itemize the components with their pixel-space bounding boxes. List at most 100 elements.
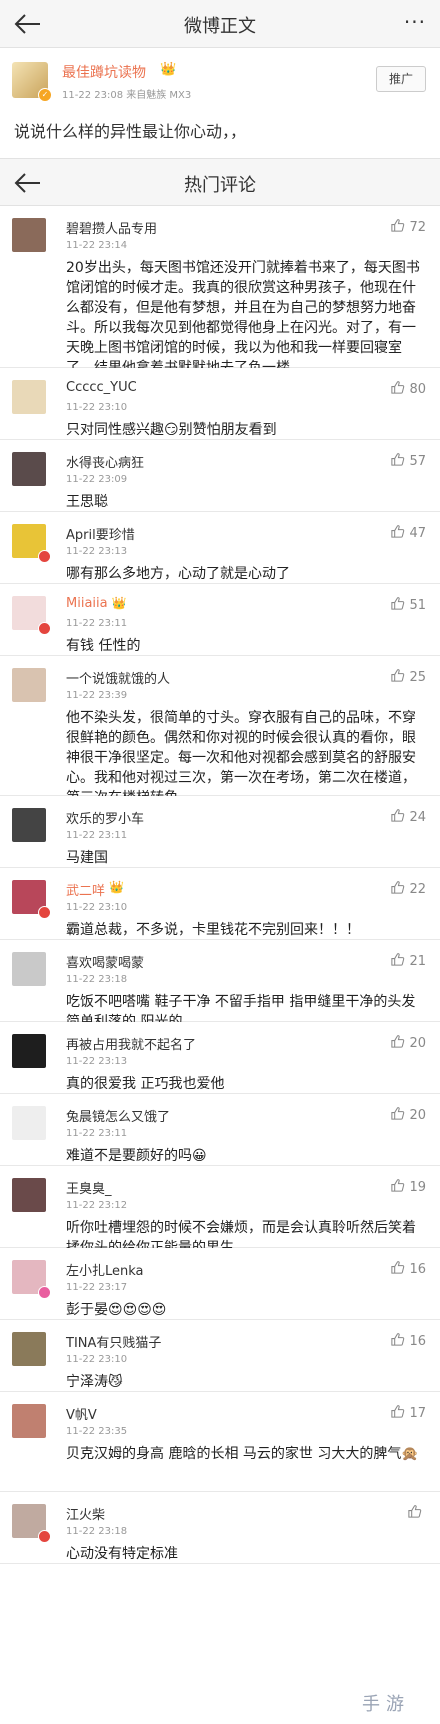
comment-time: 11-22 23:10: [66, 902, 128, 913]
thumbs-up-icon[interactable]: [390, 380, 405, 395]
comment-time: 11-22 23:14: [66, 240, 128, 251]
commenter-avatar[interactable]: [12, 952, 46, 986]
like-button[interactable]: [407, 1504, 426, 1521]
user-badge-icon: [38, 1286, 51, 1299]
comment-time: 11-22 23:12: [66, 1200, 128, 1211]
comment-item[interactable]: 江火柴 11-22 23:18 心动没有特定标准: [0, 1492, 440, 1564]
like-button[interactable]: 21: [390, 952, 426, 969]
commenter-avatar[interactable]: [12, 1106, 46, 1140]
like-button[interactable]: 25: [390, 668, 426, 685]
comment-item[interactable]: Miiaiia 👑 11-22 23:11 51 有钱 任性的: [0, 584, 440, 656]
thumbs-up-icon[interactable]: [390, 452, 405, 467]
comment-item[interactable]: Ccccc_YUC 11-22 23:10 80 只对同性感兴趣😏别赞怕朋友看到: [0, 368, 440, 440]
comment-time: 11-22 23:11: [66, 830, 128, 841]
comment-item[interactable]: 兔晨镜怎么又饿了 11-22 23:11 20 难道不是要颜好的吗😀: [0, 1094, 440, 1166]
commenter-name[interactable]: 水得丧心病狂: [66, 452, 144, 471]
thumbs-up-icon[interactable]: [390, 218, 405, 233]
commenter-avatar[interactable]: [12, 218, 46, 252]
like-button[interactable]: 20: [390, 1034, 426, 1051]
thumbs-up-icon[interactable]: [407, 1504, 422, 1519]
thumbs-up-icon[interactable]: [390, 524, 405, 539]
like-button[interactable]: 80: [390, 380, 426, 397]
thumbs-up-icon[interactable]: [390, 952, 405, 967]
promo-button[interactable]: 推广: [376, 66, 426, 92]
commenter-name[interactable]: 碧碧攒人品专用: [66, 218, 157, 237]
commenter-name[interactable]: 武二咩: [66, 880, 105, 899]
thumbs-up-icon[interactable]: [390, 1404, 405, 1419]
thumbs-up-icon[interactable]: [390, 1332, 405, 1347]
commenter-name[interactable]: V帆V: [66, 1404, 97, 1423]
thumbs-up-icon[interactable]: [390, 1260, 405, 1275]
thumbs-up-icon[interactable]: [390, 1034, 405, 1049]
comment-text: 王思聪: [66, 494, 108, 510]
like-count: 20: [409, 1036, 426, 1051]
comment-text: 难道不是要颜好的吗😀: [66, 1148, 207, 1164]
like-button[interactable]: 47: [390, 524, 426, 541]
like-button[interactable]: 16: [390, 1332, 426, 1349]
commenter-name[interactable]: Miiaiia: [66, 596, 108, 611]
comment-time: 11-22 23:35: [66, 1426, 128, 1437]
comment-item[interactable]: 一个说饿就饿的人 11-22 23:39 25 他不染头发，很简单的寸头。穿衣服有自己…: [0, 656, 440, 806]
thumbs-up-icon[interactable]: [390, 1178, 405, 1193]
comment-item[interactable]: 碧碧攒人品专用 11-22 23:14 72 20岁出头，每天图书馆还没开门就捧着书来…: [0, 206, 440, 376]
commenter-name[interactable]: 兔晨镜怎么又饿了: [66, 1106, 170, 1125]
commenter-avatar[interactable]: [12, 1034, 46, 1068]
comment-item[interactable]: 水得丧心病狂 11-22 23:09 57 王思聪: [0, 440, 440, 512]
like-count: 72: [409, 220, 426, 235]
comment-time: 11-22 23:39: [66, 690, 128, 701]
comment-text: 20岁出头，每天图书馆还没开门就捧着书来了，每天图书馆闭馆的时候才走。我真的很欣…: [66, 260, 420, 376]
like-button[interactable]: 72: [390, 218, 426, 235]
commenter-avatar[interactable]: [12, 452, 46, 486]
comment-item[interactable]: V帆V 11-22 23:35 17 贝克汉姆的身高 鹿晗的长相 马云的家世 习大大的…: [0, 1392, 440, 1492]
commenter-name[interactable]: TINA有只贱猫子: [66, 1332, 161, 1351]
like-button[interactable]: 51: [390, 596, 426, 613]
commenter-avatar[interactable]: [12, 380, 46, 414]
like-count: 16: [409, 1334, 426, 1349]
like-button[interactable]: 22: [390, 880, 426, 897]
thumbs-up-icon[interactable]: [390, 596, 405, 611]
thumbs-up-icon[interactable]: [390, 808, 405, 823]
comment-item[interactable]: 再被占用我就不起名了 11-22 23:13 20 真的很爱我 正巧我也爱他: [0, 1022, 440, 1094]
comment-text: 有钱 任性的: [66, 638, 141, 654]
like-button[interactable]: 17: [390, 1404, 426, 1421]
like-count: 25: [409, 670, 426, 685]
comment-text: 马建国: [66, 850, 108, 866]
comment-item[interactable]: April要珍惜 11-22 23:13 47 哪有那么多地方，心动了就是心动了: [0, 512, 440, 584]
more-options-icon[interactable]: ···: [404, 12, 426, 32]
post-author-name[interactable]: 最佳蹲坑读物: [62, 62, 146, 82]
comment-item[interactable]: TINA有只贱猫子 11-22 23:10 16 宁泽涛😼: [0, 1320, 440, 1392]
commenter-avatar[interactable]: [12, 668, 46, 702]
commenter-name[interactable]: 欢乐的罗小车: [66, 808, 144, 827]
like-button[interactable]: 16: [390, 1260, 426, 1277]
thumbs-up-icon[interactable]: [390, 1106, 405, 1121]
like-button[interactable]: 57: [390, 452, 426, 469]
commenter-name[interactable]: Ccccc_YUC: [66, 380, 137, 395]
comment-time: 11-22 23:11: [66, 618, 128, 629]
commenter-name[interactable]: April要珍惜: [66, 524, 135, 543]
like-count: 22: [409, 882, 426, 897]
commenter-name[interactable]: 左小扎Lenka: [66, 1260, 144, 1279]
like-count: 20: [409, 1108, 426, 1123]
commenter-avatar[interactable]: [12, 1178, 46, 1212]
commenter-avatar[interactable]: [12, 1404, 46, 1438]
like-button[interactable]: 20: [390, 1106, 426, 1123]
commenter-avatar[interactable]: [12, 1332, 46, 1366]
comment-item[interactable]: 欢乐的罗小车 11-22 23:11 24 马建国: [0, 796, 440, 868]
commenter-name[interactable]: 喜欢喝蒙喝蒙: [66, 952, 144, 971]
user-badge-icon: [38, 1530, 51, 1543]
comment-item[interactable]: 左小扎Lenka 11-22 23:17 16 彭于晏😍😍😍😍: [0, 1248, 440, 1320]
commenter-name[interactable]: 江火柴: [66, 1504, 105, 1523]
hot-comments-header: 热门评论: [0, 158, 440, 206]
comment-item[interactable]: 王臭臭_ 11-22 23:12 19 听你吐槽埋怨的时候不会嫌烦，而是会认真聆听然后…: [0, 1166, 440, 1256]
like-button[interactable]: 19: [390, 1178, 426, 1195]
commenter-avatar[interactable]: [12, 808, 46, 842]
thumbs-up-icon[interactable]: [390, 668, 405, 683]
like-button[interactable]: 24: [390, 808, 426, 825]
commenter-name[interactable]: 再被占用我就不起名了: [66, 1034, 196, 1053]
commenter-name[interactable]: 一个说饿就饿的人: [66, 668, 170, 687]
like-count: 57: [409, 454, 426, 469]
comment-item[interactable]: 喜欢喝蒙喝蒙 11-22 23:18 21 吃饭不吧嗒嘴 鞋子干净 不留手指甲 指甲缝…: [0, 940, 440, 1030]
commenter-name[interactable]: 王臭臭_: [66, 1178, 112, 1197]
comment-item[interactable]: 武二咩 👑 11-22 23:10 22 霸道总裁，不多说，卡里钱花不完别回来！！！: [0, 868, 440, 940]
thumbs-up-icon[interactable]: [390, 880, 405, 895]
